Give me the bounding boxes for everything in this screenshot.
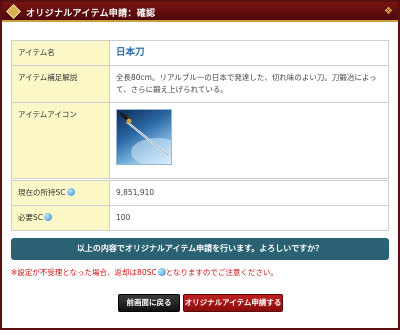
- current-sc-label: 現在の所持SC: [18, 188, 66, 197]
- item-info-table: アイテム名 日本刀 アイテム補足解説 全長80cm。リアルブルーの日本で発達した…: [11, 40, 389, 179]
- dialog-title: オリジナルアイテム申請：確認: [26, 9, 156, 19]
- sc-coin-icon: [157, 268, 166, 276]
- corner-ornament-icon: ❖: [384, 6, 393, 17]
- required-sc-row: 必要SC 100: [11, 205, 389, 231]
- item-name-row: アイテム名 日本刀: [11, 40, 389, 66]
- current-sc-row: 現在の所持SC 9,851,910: [11, 180, 389, 206]
- refund-notice: ※設定が不受理となった場合、返却は80SC となりますのでご注意ください。: [11, 267, 278, 278]
- item-desc-label: アイテム補足解説: [11, 65, 110, 103]
- notice-text-before: ※設定が不受理となった場合、返却は80SC: [11, 268, 157, 277]
- sc-coin-icon: [44, 213, 52, 221]
- confirm-message-bar: 以上の内容でオリジナルアイテム申請を行います。よろしいですか？: [11, 238, 389, 260]
- required-sc-value: 100: [109, 205, 389, 231]
- required-sc-label: 必要SC: [18, 213, 43, 222]
- current-sc-value: 9,851,910: [109, 180, 389, 206]
- item-icon-label: アイテムアイコン: [11, 102, 110, 179]
- title-emblem-icon: [6, 4, 21, 19]
- sc-table: 現在の所持SC 9,851,910 必要SC 100: [11, 180, 389, 231]
- katana-image: [116, 109, 172, 165]
- required-sc-label-cell: 必要SC: [11, 205, 110, 231]
- item-name-cell: 日本刀: [109, 40, 389, 66]
- notice-text-after: となりますのでご注意ください。: [165, 268, 278, 277]
- item-icon-row: アイテムアイコン: [11, 102, 389, 179]
- item-name-label: アイテム名: [11, 40, 110, 66]
- item-icon-cell: [109, 102, 389, 179]
- title-bar: オリジナルアイテム申請：確認 ❖: [2, 2, 398, 22]
- apply-button[interactable]: オリジナルアイテム申請する: [183, 294, 283, 312]
- item-name-value: 日本刀: [116, 47, 145, 58]
- dialog-frame: オリジナルアイテム申請：確認 ❖ アイテム名 日本刀 アイテム補足解説 全長80…: [0, 0, 400, 330]
- back-button[interactable]: 前画面に戻る: [118, 294, 180, 312]
- item-desc-row: アイテム補足解説 全長80cm。リアルブルーの日本で発達した、切れ味のよい刀。刀…: [11, 65, 389, 103]
- current-sc-label-cell: 現在の所持SC: [11, 180, 110, 206]
- item-desc-value: 全長80cm。リアルブルーの日本で発達した、切れ味のよい刀。刀鍛冶によって、さら…: [109, 65, 389, 103]
- sc-coin-icon: [66, 188, 75, 196]
